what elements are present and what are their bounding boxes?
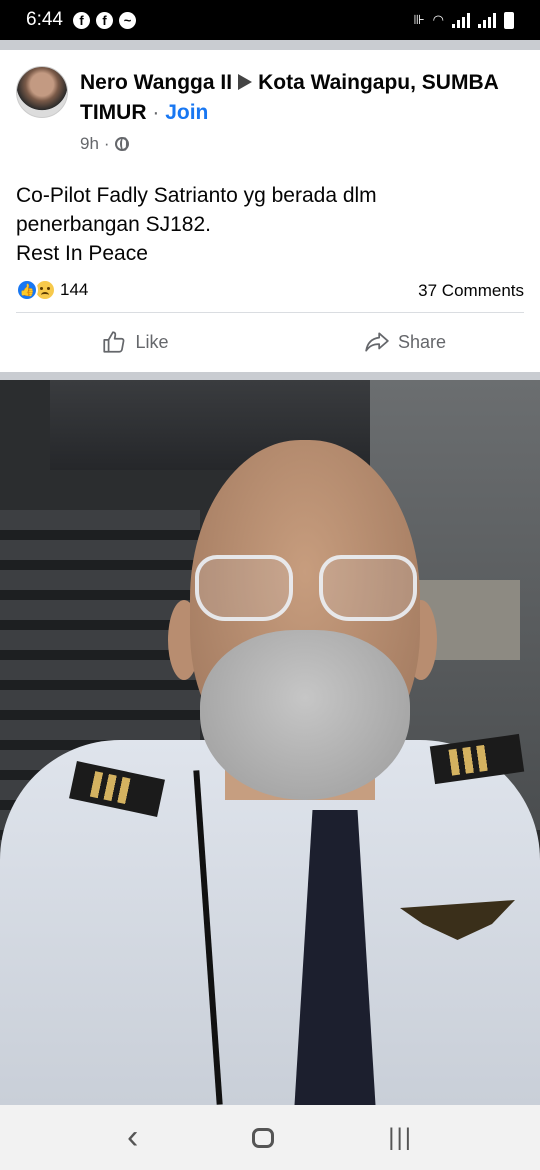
- author-name[interactable]: Nero Wangga II: [80, 71, 232, 94]
- author-avatar[interactable]: [16, 66, 68, 118]
- facebook-icon: f: [72, 11, 90, 29]
- facebook-icon: f: [95, 11, 113, 29]
- share-label: Share: [397, 331, 447, 352]
- post-meta: 9h ·: [80, 134, 129, 154]
- post-header: Nero Wangga II Kota Waingapu, SUMBA TIMUR…: [80, 68, 520, 128]
- photo-divider: [0, 372, 540, 380]
- like-button[interactable]: Like: [0, 313, 270, 371]
- post-photo[interactable]: [0, 380, 540, 1105]
- feed-divider: [0, 40, 540, 50]
- reactions-summary[interactable]: 👍 144: [16, 279, 88, 301]
- post-text-line: Co-Pilot Fadly Satrianto yg berada dlm: [16, 184, 377, 207]
- meta-separator: ·: [103, 134, 110, 153]
- messenger-icon: ~: [118, 11, 136, 29]
- post-time[interactable]: 9h: [80, 134, 99, 154]
- post-text-line: penerbangan SJ182.: [16, 213, 211, 236]
- signal-icon: [478, 12, 496, 28]
- separator: ·: [152, 101, 160, 124]
- like-label: Like: [135, 331, 169, 352]
- notification-icons: f f ~: [72, 11, 136, 29]
- join-button[interactable]: Join: [165, 101, 208, 124]
- reaction-count: 144: [60, 280, 89, 299]
- pilot-glasses: [195, 555, 423, 625]
- glasses-lens: [319, 555, 417, 621]
- thumbs-up-icon: [103, 331, 125, 353]
- home-icon[interactable]: [252, 1127, 275, 1148]
- back-icon[interactable]: ‹: [127, 1118, 138, 1157]
- system-icons: ⊪ ◠: [413, 11, 514, 29]
- share-button[interactable]: Share: [270, 313, 540, 371]
- wifi-icon: ◠: [432, 12, 444, 27]
- signal-icon: [452, 12, 470, 28]
- status-time: 6:44: [26, 9, 63, 30]
- vibrate-icon: ⊪: [413, 12, 425, 27]
- status-bar: 6:44 f f ~ ⊪ ◠: [0, 0, 540, 40]
- like-reaction-icon: 👍: [16, 279, 38, 301]
- globe-icon: [114, 137, 129, 151]
- share-icon: [365, 332, 389, 352]
- face-mask: [200, 630, 410, 800]
- comments-count[interactable]: 37 Comments: [418, 281, 524, 301]
- recent-apps-icon[interactable]: |||: [388, 1124, 413, 1152]
- post-text: Co-Pilot Fadly Satrianto yg berada dlm p…: [16, 181, 524, 268]
- battery-icon: [504, 11, 514, 29]
- post-actions: Like Share: [0, 313, 540, 371]
- post-card: Nero Wangga II Kota Waingapu, SUMBA TIMUR…: [0, 50, 540, 372]
- system-nav-bar: ‹ |||: [0, 1105, 540, 1170]
- glasses-lens: [195, 555, 293, 621]
- post-text-line: Rest In Peace: [16, 242, 148, 265]
- arrow-right-icon: [238, 74, 253, 90]
